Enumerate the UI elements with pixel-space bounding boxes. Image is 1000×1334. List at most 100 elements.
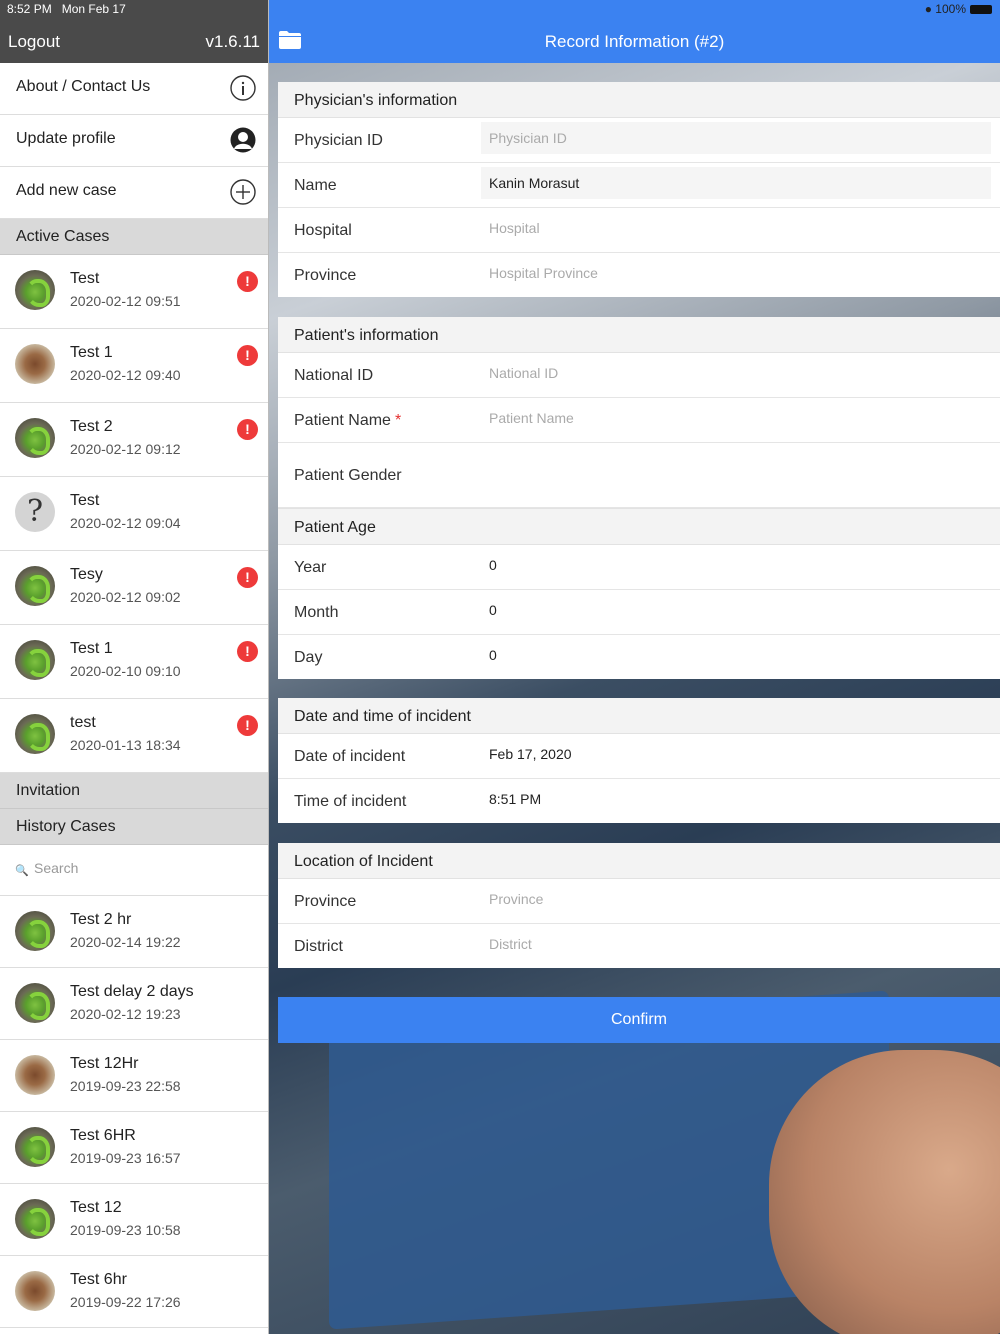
incident-time-card: Date and time of incident Date of incide… — [278, 698, 1000, 823]
alert-icon: ! — [237, 419, 258, 440]
physician-card: Physician's information Physician ID Nam… — [278, 82, 1000, 297]
hospital-province-label: Province — [294, 267, 357, 284]
incident-date-row[interactable]: Date of incident Feb 17, 2020 — [278, 734, 1000, 779]
physician-name-row: Name — [278, 163, 1000, 208]
active-case-item[interactable]: test 2020-01-13 18:34 ! — [0, 699, 268, 773]
case-date: 2020-02-12 09:02 — [70, 589, 181, 605]
location-district-label: District — [294, 938, 343, 955]
active-case-item[interactable]: Test 2 2020-02-12 09:12 ! — [0, 403, 268, 477]
case-name: Test 6HR — [70, 1127, 136, 1144]
alert-icon: ! — [237, 345, 258, 366]
history-case-item[interactable]: Test 12 2019-09-23 10:58 — [0, 1184, 268, 1256]
case-date: 2019-09-23 16:57 — [70, 1150, 181, 1166]
case-avatar — [15, 714, 55, 754]
patient-name-input[interactable] — [481, 402, 991, 434]
menu-update-profile[interactable]: Update profile — [0, 115, 268, 167]
incident-date-value[interactable]: Feb 17, 2020 — [489, 746, 572, 762]
case-avatar — [15, 1055, 55, 1095]
age-year-label: Year — [294, 559, 327, 576]
top-bar: ● 100% Record Information (#2) — [269, 0, 1000, 63]
hospital-row: Hospital — [278, 208, 1000, 253]
physician-id-input[interactable] — [481, 122, 991, 154]
history-case-item[interactable]: Test 2 hr 2020-02-14 19:22 — [0, 896, 268, 968]
case-date: 2020-02-12 09:04 — [70, 515, 181, 531]
age-day-row: Day — [278, 635, 1000, 679]
alert-icon: ! — [237, 641, 258, 662]
history-cases-header: History Cases — [0, 809, 268, 845]
hospital-input[interactable] — [481, 212, 991, 244]
history-case-item[interactable]: Test 12Hr 2019-09-23 22:58 — [0, 1040, 268, 1112]
case-avatar — [15, 1199, 55, 1239]
menu-about-label: About / Contact Us — [16, 78, 151, 95]
age-month-row: Month — [278, 590, 1000, 635]
menu-add-case[interactable]: Add new case — [0, 167, 268, 219]
incident-time-row[interactable]: Time of incident 8:51 PM — [278, 779, 1000, 823]
menu-update-profile-label: Update profile — [16, 130, 116, 147]
case-date: 2020-02-12 09:40 — [70, 367, 181, 383]
case-avatar — [15, 1271, 55, 1311]
profile-icon — [230, 127, 256, 153]
history-case-item[interactable]: Test delay 2 days 2020-02-12 19:23 — [0, 968, 268, 1040]
active-case-item[interactable]: ? Test 2020-02-12 09:04 — [0, 477, 268, 551]
age-month-label: Month — [294, 604, 339, 621]
logout-button[interactable]: Logout — [8, 32, 60, 52]
location-card: Location of Incident Province District — [278, 843, 1000, 968]
history-case-item[interactable]: Test 6hr 2019-09-22 17:26 — [0, 1256, 268, 1328]
hospital-label: Hospital — [294, 222, 352, 239]
case-name: Test — [70, 492, 100, 509]
case-name: Test — [70, 270, 100, 287]
location-province-label: Province — [294, 893, 357, 910]
age-day-input[interactable] — [481, 639, 991, 671]
question-icon: ? — [15, 492, 55, 532]
active-case-item[interactable]: Tesy 2020-02-12 09:02 ! — [0, 551, 268, 625]
physician-title: Physician's information — [294, 92, 458, 109]
alert-icon: ! — [237, 271, 258, 292]
age-year-input[interactable] — [481, 549, 991, 581]
active-case-item[interactable]: Test 1 2020-02-12 09:40 ! — [0, 329, 268, 403]
incident-time-label: Time of incident — [294, 793, 407, 810]
hospital-province-row: Province — [278, 253, 1000, 297]
case-name: Test 6hr — [70, 1271, 127, 1288]
physician-id-row: Physician ID — [278, 118, 1000, 163]
confirm-button[interactable]: Confirm — [278, 997, 1000, 1043]
case-name: Test 2 — [70, 418, 113, 435]
case-avatar — [15, 911, 55, 951]
case-date: 2020-01-13 18:34 — [70, 737, 181, 753]
age-month-input[interactable] — [481, 594, 991, 626]
incident-time-value[interactable]: 8:51 PM — [489, 791, 541, 807]
active-case-item[interactable]: Test 1 2020-02-10 09:10 ! — [0, 625, 268, 699]
case-date: 2020-02-14 19:22 — [70, 934, 181, 950]
physician-id-label: Physician ID — [294, 132, 383, 149]
location-district-input[interactable] — [481, 928, 991, 960]
location-province-input[interactable] — [481, 883, 991, 915]
invitation-header[interactable]: Invitation — [0, 773, 268, 809]
patient-age-title: Patient Age — [294, 519, 376, 536]
case-avatar — [15, 344, 55, 384]
location-title: Location of Incident — [294, 853, 433, 870]
alert-icon: ! — [237, 567, 258, 588]
incident-date-label: Date of incident — [294, 748, 406, 765]
hospital-province-input[interactable] — [481, 257, 991, 289]
patient-card: Patient's information National ID Patien… — [278, 317, 1000, 679]
plus-circle-icon — [230, 179, 256, 205]
menu-about[interactable]: About / Contact Us — [0, 63, 268, 115]
patient-gender-label: Patient Gender — [294, 467, 402, 484]
history-case-item[interactable]: Test 6HR 2019-09-23 16:57 — [0, 1112, 268, 1184]
case-name: Tesy — [70, 566, 103, 583]
main-panel: ● 100% Record Information (#2) Physician… — [269, 0, 1000, 1334]
battery-icon — [970, 5, 992, 15]
status-indicators: ● 100% — [925, 2, 992, 16]
case-name: Test 1 — [70, 344, 113, 361]
patient-gender-row[interactable]: Patient Gender — [278, 443, 1000, 508]
case-avatar — [15, 640, 55, 680]
national-id-input[interactable] — [481, 357, 991, 389]
case-date: 2019-09-22 17:26 — [70, 1294, 181, 1310]
search-input[interactable] — [32, 859, 236, 877]
case-avatar — [15, 1127, 55, 1167]
national-id-label: National ID — [294, 367, 374, 384]
physician-header: Physician's information — [278, 82, 1000, 118]
physician-name-input[interactable] — [481, 167, 991, 199]
active-case-item[interactable]: Test 2020-02-12 09:51 ! — [0, 255, 268, 329]
national-id-row: National ID — [278, 353, 1000, 398]
history-cases-title: History Cases — [16, 818, 116, 835]
